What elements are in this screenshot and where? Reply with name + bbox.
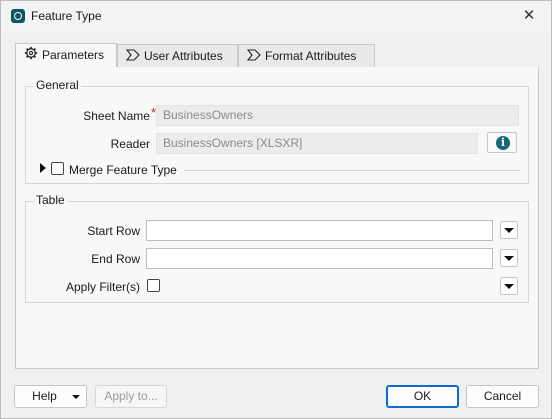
apply-filter-checkbox[interactable] (147, 279, 160, 292)
apply-to-button[interactable]: Apply to... (95, 385, 167, 408)
table-group-title: Table (34, 193, 67, 207)
start-row-label: Start Row (87, 224, 140, 238)
reader-field[interactable]: BusinessOwners [XLSXR] (156, 133, 478, 154)
app-logo-icon (11, 9, 25, 23)
chevron-down-icon[interactable] (72, 395, 80, 399)
close-button[interactable]: ✕ (517, 4, 541, 28)
window-title: Feature Type (31, 9, 102, 23)
end-row-label: End Row (91, 252, 140, 266)
title-bar: Feature Type ✕ (1, 1, 551, 32)
attribute-arrow-icon (125, 46, 140, 68)
general-group-title: General (34, 78, 81, 92)
merge-feature-type-label: Merge Feature Type (69, 163, 177, 177)
general-group: General Sheet Name* BusinessOwners Reade… (25, 78, 529, 184)
tab-format-attributes[interactable]: Format Attributes (238, 44, 375, 67)
feature-type-dialog: Feature Type ✕ Parameters User Attribute… (0, 0, 552, 419)
tab-bar: Parameters User Attributes Format Attrib… (15, 43, 375, 68)
parameters-panel: General Sheet Name* BusinessOwners Reade… (15, 67, 539, 369)
tab-parameters[interactable]: Parameters (15, 43, 117, 67)
sheet-name-label: Sheet Name* (56, 105, 156, 123)
sheet-name-label-text: Sheet Name (83, 109, 150, 123)
table-group: Table Start Row End Row Apply Filter(s) (25, 193, 529, 303)
reader-label: Reader (110, 137, 150, 151)
tab-user-attributes[interactable]: User Attributes (117, 44, 238, 67)
apply-filter-label: Apply Filter(s) (65, 280, 140, 294)
tab-label: User Attributes (144, 49, 223, 63)
attribute-arrow-icon (246, 46, 261, 68)
ok-button[interactable]: OK (386, 385, 459, 408)
apply-filter-dropdown-button[interactable] (500, 277, 518, 295)
cancel-button[interactable]: Cancel (466, 385, 539, 408)
end-row-input[interactable] (146, 248, 493, 269)
reader-info-button[interactable]: i (487, 132, 517, 153)
expand-arrow-icon[interactable] (40, 163, 46, 173)
tab-label: Format Attributes (265, 49, 357, 63)
help-button[interactable]: Help (14, 385, 87, 408)
start-row-dropdown-button[interactable] (500, 221, 518, 239)
help-button-label: Help (32, 389, 57, 403)
gear-icon (24, 45, 38, 67)
tab-label: Parameters (42, 48, 105, 62)
start-row-input[interactable] (146, 220, 493, 241)
sheet-name-field[interactable]: BusinessOwners (156, 105, 519, 126)
end-row-dropdown-button[interactable] (500, 249, 518, 267)
merge-feature-type-checkbox[interactable] (51, 162, 64, 175)
info-icon: i (496, 136, 510, 150)
merge-separator (184, 170, 520, 171)
